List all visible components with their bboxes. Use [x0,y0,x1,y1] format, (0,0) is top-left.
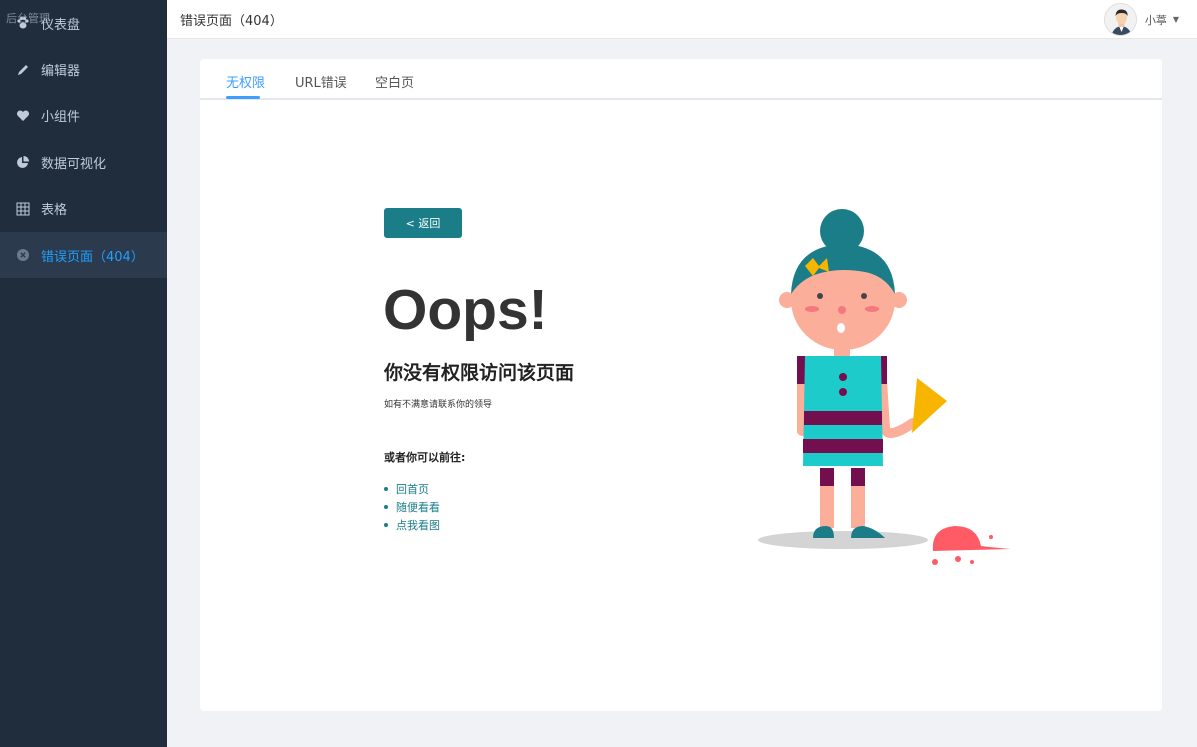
tab-url-error[interactable]: URL错误 [295,72,347,91]
back-button[interactable]: < 返回 [384,208,462,238]
page-title: 错误页面（404） [180,14,283,29]
list-item: 回首页 [384,480,440,498]
avatar[interactable] [1103,3,1137,36]
bullet [384,523,388,527]
pie-chart-icon [16,155,30,169]
list-item: 随便看看 [384,498,440,516]
main-card: 无权限 URL错误 空白页 < 返回 Oops! 你没有权限访问该页面 如有不满… [200,59,1162,711]
link-list: 回首页 随便看看 点我看图 [384,480,440,534]
sidebar-item-label: 数据可视化 [41,156,107,172]
sidebar-menu: 仪表盘 编辑器 小组件 数据可视化 表格 错误页面（404） [0,0,167,279]
sidebar: 仪表盘 编辑器 小组件 数据可视化 表格 错误页面（404） 后台管理 [0,0,167,747]
sidebar-item-label: 编辑器 [41,64,81,80]
user-menu[interactable]: 小葶 ▼ [1103,2,1179,37]
error-note: 如有不满意请联系你的领导 [384,400,493,410]
pencil-icon [16,63,30,77]
sidebar-item-table[interactable]: 表格 [0,186,167,232]
grid-icon [16,202,30,216]
browse-link[interactable]: 随便看看 [396,499,440,515]
tab-active-indicator [226,96,260,99]
sidebar-item-label: 小组件 [41,110,81,126]
sidebar-item-editor[interactable]: 编辑器 [0,46,167,92]
error-subhead: 你没有权限访问该页面 [384,362,575,384]
view-image-link[interactable]: 点我看图 [396,517,440,533]
sidebar-item-widgets[interactable]: 小组件 [0,93,167,139]
list-item: 点我看图 [384,516,440,534]
go-label: 或者你可以前往: [384,451,466,464]
sidebar-item-label: 错误页面（404） [41,249,144,265]
user-name[interactable]: 小葶 [1145,12,1167,28]
brand-title: 后台管理 [6,12,50,25]
bullet [384,487,388,491]
tab-no-permission[interactable]: 无权限 [226,72,265,91]
caret-down-icon[interactable]: ▼ [1173,15,1179,24]
sidebar-item-charts[interactable]: 数据可视化 [0,139,167,185]
close-circle-icon [16,248,30,262]
tab-blank-page[interactable]: 空白页 [375,72,414,91]
girl-illustration [758,209,1011,565]
sidebar-item-label: 表格 [41,203,68,219]
home-link[interactable]: 回首页 [396,481,429,497]
sidebar-item-error-page[interactable]: 错误页面（404） [0,231,167,279]
tabs: 无权限 URL错误 空白页 [200,59,1162,100]
bullet [384,505,388,509]
oops-heading: Oops! [383,278,548,342]
heart-icon [16,109,30,123]
header: 错误页面（404） 小葶 ▼ [167,0,1197,39]
